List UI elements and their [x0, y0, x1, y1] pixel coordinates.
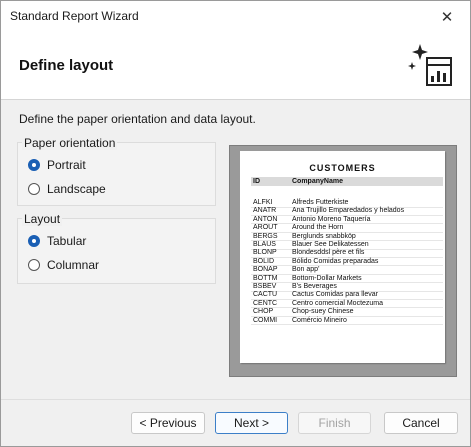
layout-group	[17, 218, 216, 284]
close-icon: ✕	[440, 9, 454, 26]
next-button[interactable]: Next >	[215, 412, 288, 434]
layout-preview: CUSTOMERS ID CompanyName ALFKI Alfreds Fu…	[229, 145, 457, 377]
landscape-label: Landscape	[47, 182, 106, 196]
landscape-radio[interactable]: Landscape	[28, 182, 106, 196]
preview-header-row	[251, 177, 443, 186]
wizard-window: Standard Report Wizard ✕ Define layout D…	[0, 0, 471, 447]
wizard-sparkle-report-icon	[408, 44, 452, 86]
layout-group-label: Layout	[22, 212, 63, 226]
title-bar: Standard Report Wizard ✕	[1, 1, 470, 33]
columnar-radio[interactable]: Columnar	[28, 258, 99, 272]
portrait-label: Portrait	[47, 158, 86, 172]
preview-cell-id: COMMI	[253, 316, 278, 324]
tabular-radio[interactable]: Tabular	[28, 234, 86, 248]
radio-indicator	[28, 159, 40, 171]
preview-report-title: CUSTOMERS	[309, 163, 376, 173]
window-title: Standard Report Wizard	[10, 9, 139, 23]
orientation-group-label: Paper orientation	[22, 136, 118, 150]
instruction-text: Define the paper orientation and data la…	[19, 112, 256, 126]
preview-column-id: ID	[253, 178, 260, 185]
previous-button[interactable]: < Previous	[131, 412, 205, 434]
radio-indicator	[28, 259, 40, 271]
tabular-label: Tabular	[47, 234, 87, 248]
preview-column-company: CompanyName	[292, 178, 343, 185]
finish-button[interactable]: Finish	[298, 412, 371, 434]
close-button[interactable]: ✕	[424, 1, 470, 33]
preview-cell-company: Comércio Mineiro	[292, 316, 347, 324]
cancel-button[interactable]: Cancel	[384, 412, 458, 434]
orientation-group	[17, 142, 216, 206]
preview-paper: CUSTOMERS ID CompanyName ALFKI Alfreds Fu…	[240, 151, 445, 363]
radio-indicator	[28, 235, 40, 247]
radio-indicator	[28, 183, 40, 195]
page-title: Define layout	[19, 57, 114, 74]
preview-row-divider	[251, 324, 443, 326]
footer-separator	[1, 399, 470, 400]
portrait-radio[interactable]: Portrait	[28, 158, 86, 172]
columnar-label: Columnar	[47, 258, 100, 272]
wizard-header: Define layout	[1, 33, 470, 100]
